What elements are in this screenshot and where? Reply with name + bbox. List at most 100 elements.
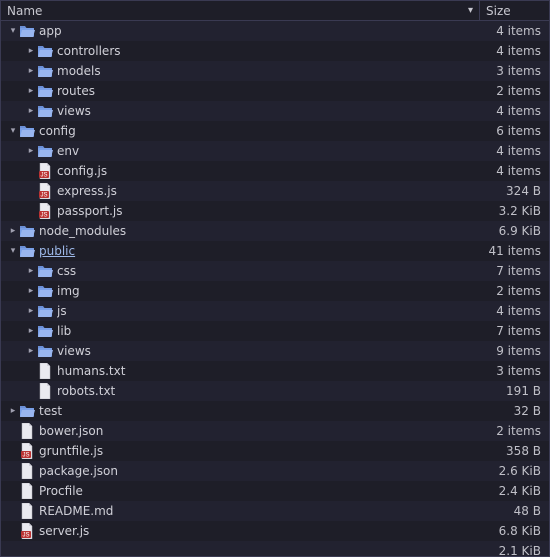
svg-text:JS: JS bbox=[23, 533, 30, 539]
tree-row[interactable]: robots.txt191 B bbox=[1, 381, 549, 401]
size-label: 191 B bbox=[481, 384, 541, 398]
file-name-label: bower.json bbox=[39, 424, 481, 438]
expander-placeholder bbox=[7, 426, 19, 436]
tree-row[interactable]: ▸controllers4 items bbox=[1, 41, 549, 61]
size-label: 3 items bbox=[481, 64, 541, 78]
expand-icon[interactable]: ▸ bbox=[25, 326, 37, 336]
expand-icon[interactable]: ▸ bbox=[25, 286, 37, 296]
file-name-label: config.js bbox=[57, 164, 481, 178]
size-label: 2.4 KiB bbox=[481, 484, 541, 498]
file-name-label: css bbox=[57, 264, 481, 278]
expand-icon[interactable]: ▸ bbox=[25, 46, 37, 56]
tree-row[interactable]: ▸views4 items bbox=[1, 101, 549, 121]
tree-row[interactable]: ▸lib7 items bbox=[1, 321, 549, 341]
js-file-icon: JS bbox=[37, 183, 53, 199]
tree-row[interactable]: JSpassport.js3.2 KiB bbox=[1, 201, 549, 221]
size-label: 41 items bbox=[481, 244, 541, 258]
file-name-label: test bbox=[39, 404, 481, 418]
file-name-label: node_modules bbox=[39, 224, 481, 238]
tree-row[interactable]: JSserver.js6.8 KiB bbox=[1, 521, 549, 541]
tree-row[interactable]: ▸css7 items bbox=[1, 261, 549, 281]
file-icon bbox=[19, 503, 35, 519]
collapse-icon[interactable]: ▾ bbox=[7, 246, 19, 256]
folder-icon bbox=[37, 263, 53, 279]
tree-row[interactable]: JSexpress.js324 B bbox=[1, 181, 549, 201]
tree-row[interactable]: JS gruntfile.js358 B bbox=[1, 441, 549, 461]
file-name-label: passport.js bbox=[57, 204, 481, 218]
size-label: 4 items bbox=[481, 164, 541, 178]
file-name-label: env bbox=[57, 144, 481, 158]
file-tree[interactable]: ▾app4 items▸controllers4 items▸models3 i… bbox=[1, 21, 549, 556]
expand-icon[interactable]: ▸ bbox=[25, 86, 37, 96]
tree-row[interactable]: ▸img2 items bbox=[1, 281, 549, 301]
file-icon bbox=[37, 363, 53, 379]
folder-icon bbox=[37, 143, 53, 159]
expand-icon[interactable]: ▸ bbox=[25, 346, 37, 356]
tree-row[interactable]: ▸views9 items bbox=[1, 341, 549, 361]
file-name-label: package.json bbox=[39, 464, 481, 478]
tree-row[interactable]: ▸ test32 B bbox=[1, 401, 549, 421]
tree-row[interactable]: JS config.js4 items bbox=[1, 161, 549, 181]
file-name-label: humans.txt bbox=[57, 364, 481, 378]
folder-icon bbox=[37, 303, 53, 319]
file-name-label: robots.txt bbox=[57, 384, 481, 398]
tree-row[interactable]: ▸ node_modules6.9 KiB bbox=[1, 221, 549, 241]
expander-placeholder bbox=[7, 546, 19, 556]
file-name-label: README.md bbox=[39, 504, 481, 518]
svg-text:JS: JS bbox=[23, 453, 30, 459]
size-label: 358 B bbox=[481, 444, 541, 458]
js-file-icon: JS bbox=[19, 523, 35, 539]
folder-icon bbox=[19, 23, 35, 39]
tree-row[interactable]: ▸models3 items bbox=[1, 61, 549, 81]
expand-icon[interactable]: ▸ bbox=[25, 146, 37, 156]
folder-icon bbox=[37, 103, 53, 119]
collapse-icon[interactable]: ▾ bbox=[7, 26, 19, 36]
file-tree-panel: Name ▾ Size ▾app4 items▸controllers4 ite… bbox=[0, 0, 550, 557]
name-column-header[interactable]: Name ▾ bbox=[1, 4, 479, 18]
expander-placeholder bbox=[7, 466, 19, 476]
expand-icon[interactable]: ▸ bbox=[25, 306, 37, 316]
folder-icon bbox=[37, 283, 53, 299]
tree-row[interactable]: ▾public41 items bbox=[1, 241, 549, 261]
size-column-header[interactable]: Size bbox=[479, 1, 549, 20]
expander-placeholder bbox=[25, 166, 37, 176]
size-label: 3.2 KiB bbox=[481, 204, 541, 218]
size-label: 6.8 KiB bbox=[481, 524, 541, 538]
svg-text:JS: JS bbox=[41, 173, 48, 179]
expand-icon[interactable]: ▸ bbox=[7, 406, 19, 416]
size-label: 9 items bbox=[481, 344, 541, 358]
file-name-label: views bbox=[57, 104, 481, 118]
tree-row[interactable]: ▸js4 items bbox=[1, 301, 549, 321]
size-label: 2.1 KiB bbox=[481, 544, 541, 556]
tree-row[interactable]: ▾app4 items bbox=[1, 21, 549, 41]
tree-row[interactable]: ▸routes2 items bbox=[1, 81, 549, 101]
expand-icon[interactable]: ▸ bbox=[25, 266, 37, 276]
expander-placeholder bbox=[7, 446, 19, 456]
tree-row[interactable]: Procfile2.4 KiB bbox=[1, 481, 549, 501]
tree-row[interactable]: bower.json2 items bbox=[1, 421, 549, 441]
folder-icon bbox=[19, 403, 35, 419]
file-icon bbox=[37, 383, 53, 399]
tree-row[interactable]: README.md48 B bbox=[1, 501, 549, 521]
expand-icon[interactable]: ▸ bbox=[25, 106, 37, 116]
size-label: 32 B bbox=[481, 404, 541, 418]
expander-placeholder bbox=[7, 486, 19, 496]
file-name-label: js bbox=[57, 304, 481, 318]
file-name-label: gruntfile.js bbox=[39, 444, 481, 458]
expander-placeholder bbox=[25, 386, 37, 396]
expander-placeholder bbox=[25, 206, 37, 216]
tree-row[interactable]: ▾config6 items bbox=[1, 121, 549, 141]
size-label: 3 items bbox=[481, 364, 541, 378]
tree-row[interactable]: package.json2.6 KiB bbox=[1, 461, 549, 481]
tree-row[interactable]: ▸env4 items bbox=[1, 141, 549, 161]
tree-row[interactable]: humans.txt3 items bbox=[1, 361, 549, 381]
expand-icon[interactable]: ▸ bbox=[25, 66, 37, 76]
size-label: 6.9 KiB bbox=[481, 224, 541, 238]
collapse-icon[interactable]: ▾ bbox=[7, 126, 19, 136]
size-label: 2 items bbox=[481, 284, 541, 298]
expander-placeholder bbox=[7, 526, 19, 536]
expand-icon[interactable]: ▸ bbox=[7, 226, 19, 236]
size-label: 7 items bbox=[481, 324, 541, 338]
file-name-label: routes bbox=[57, 84, 481, 98]
size-label: 4 items bbox=[481, 44, 541, 58]
